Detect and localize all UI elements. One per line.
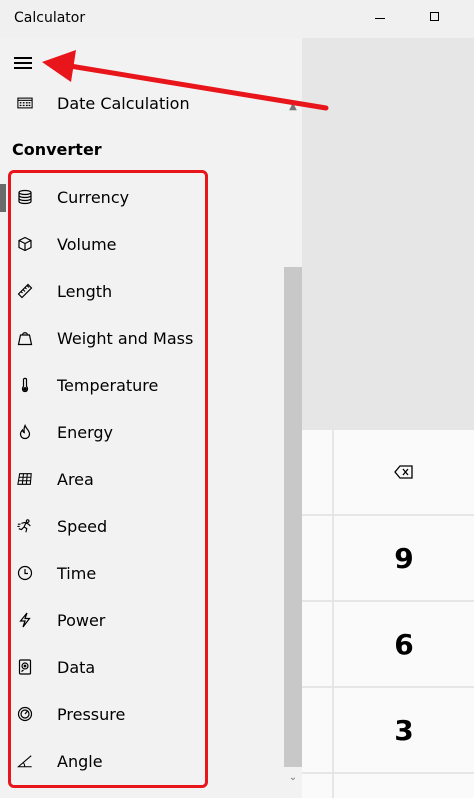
calendar-icon (17, 95, 33, 111)
nav-item-energy[interactable]: Energy (0, 410, 284, 454)
ruler-icon (17, 283, 33, 299)
weight-icon (17, 330, 33, 346)
nav-item-label: Area (57, 469, 94, 489)
app-title: Calculator (14, 10, 86, 26)
converter-section-title: Converter (12, 140, 102, 159)
nav-item-label: Time (57, 563, 97, 583)
key-6-button[interactable]: 6 (334, 602, 474, 686)
keypad: 9 6 3 (302, 430, 474, 798)
nav-item-pressure[interactable]: Pressure (0, 692, 284, 736)
hamburger-line (14, 67, 32, 69)
flame-icon (17, 424, 33, 440)
nav-item-currency[interactable]: Currency (0, 175, 284, 219)
nav-item-label: Angle (57, 751, 103, 771)
hamburger-line (14, 57, 32, 59)
nav-item-label: Date Calculation (57, 93, 190, 113)
nav-item-label: Pressure (57, 704, 126, 724)
nav-item-speed[interactable]: Speed (0, 504, 284, 548)
scrollbar-thumb[interactable] (284, 267, 302, 767)
key-left-edge[interactable] (302, 602, 332, 686)
nav-item-area[interactable]: Area (0, 457, 284, 501)
drawer-scrollbar[interactable]: ▲ ⌄ (284, 38, 302, 798)
nav-item-power[interactable]: Power (0, 598, 284, 642)
nav-item-label: Currency (57, 187, 130, 207)
key-left-edge[interactable] (302, 430, 332, 514)
nav-item-label: Weight and Mass (57, 328, 194, 348)
display-panel (302, 38, 474, 430)
nav-item-label: Energy (57, 422, 114, 442)
cube-icon (17, 236, 33, 252)
backspace-button[interactable] (334, 430, 474, 514)
minimize-button[interactable] (357, 0, 403, 36)
nav-item-label: Data (57, 657, 96, 677)
hard-drive-icon (17, 659, 33, 675)
nav-item-length[interactable]: Length (0, 269, 284, 313)
key-9-button[interactable]: 9 (334, 516, 474, 600)
runner-icon (17, 518, 33, 534)
gauge-icon (17, 706, 33, 722)
clock-icon (17, 565, 33, 581)
nav-item-label: Speed (57, 516, 108, 536)
key-bottom-button[interactable] (334, 774, 474, 798)
currency-icon (17, 189, 33, 205)
key-3-button[interactable]: 3 (334, 688, 474, 772)
backspace-icon (394, 465, 413, 479)
angle-icon (17, 753, 33, 769)
hamburger-menu-button[interactable] (8, 52, 40, 76)
nav-item-label: Volume (57, 234, 117, 254)
lightning-icon (17, 612, 33, 628)
nav-item-temperature[interactable]: Temperature (0, 363, 284, 407)
nav-item-data[interactable]: Data (0, 645, 284, 689)
grid-icon (17, 471, 33, 487)
nav-item-date-calculation[interactable]: Date Calculation (0, 81, 284, 125)
key-left-edge[interactable] (302, 774, 332, 798)
thermometer-icon (17, 377, 33, 393)
nav-item-angle[interactable]: Angle (0, 739, 284, 783)
nav-item-label: Length (57, 281, 113, 301)
nav-item-label: Temperature (57, 375, 159, 395)
key-left-edge[interactable] (302, 688, 332, 772)
nav-item-weight-and-mass[interactable]: Weight and Mass (0, 316, 284, 360)
nav-item-label: Power (57, 610, 106, 630)
maximize-button[interactable] (412, 0, 458, 36)
title-bar: Calculator (0, 0, 474, 38)
navigation-drawer: Date Calculation Converter Currency Volu… (0, 38, 302, 798)
hamburger-line (14, 62, 32, 64)
nav-item-time[interactable]: Time (0, 551, 284, 595)
scroll-up-arrow-icon[interactable]: ▲ (284, 98, 302, 114)
scroll-down-arrow-icon[interactable]: ⌄ (284, 769, 302, 785)
nav-item-volume[interactable]: Volume (0, 222, 284, 266)
key-left-edge[interactable] (302, 516, 332, 600)
